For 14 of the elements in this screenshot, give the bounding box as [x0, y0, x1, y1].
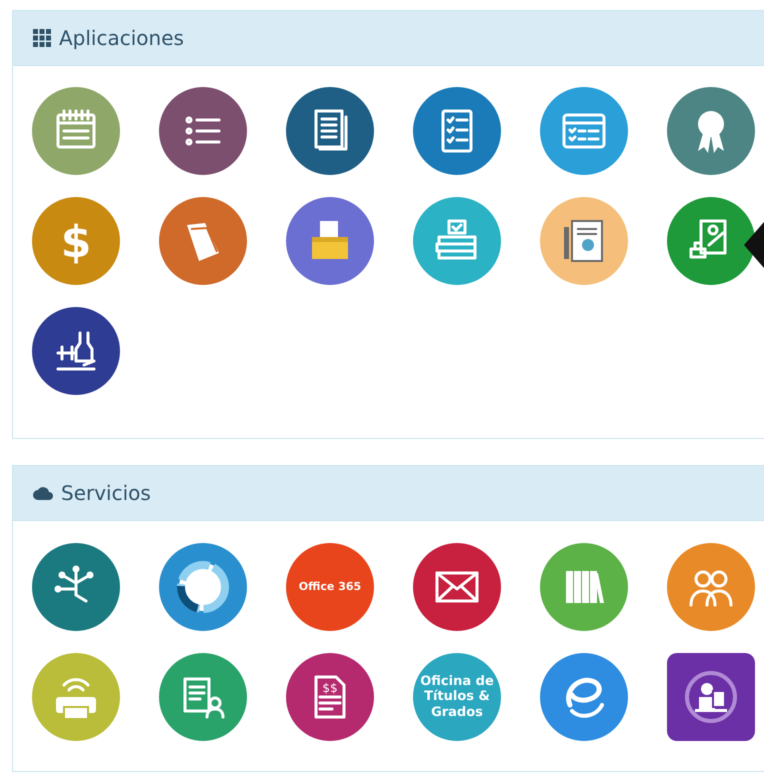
app-badge[interactable]: Oficina de Títulos & Grados: [413, 653, 501, 741]
cloud-icon: [33, 486, 53, 500]
support-agent-icon: [685, 671, 737, 723]
dollar-icon: $: [50, 215, 102, 267]
app-tile[interactable]: $$: [286, 653, 374, 741]
app-tile[interactable]: [667, 653, 755, 741]
grid-icon: [33, 29, 51, 47]
panel-title: Aplicaciones: [59, 26, 184, 50]
panel-title: Servicios: [61, 481, 151, 505]
app-badge[interactable]: Office 365: [286, 543, 374, 631]
app-tile[interactable]: $: [32, 197, 120, 285]
app-label: Oficina de Títulos & Grados: [419, 674, 495, 720]
app-label: Office 365: [298, 580, 362, 594]
cycle-diagram-icon: [177, 561, 229, 613]
